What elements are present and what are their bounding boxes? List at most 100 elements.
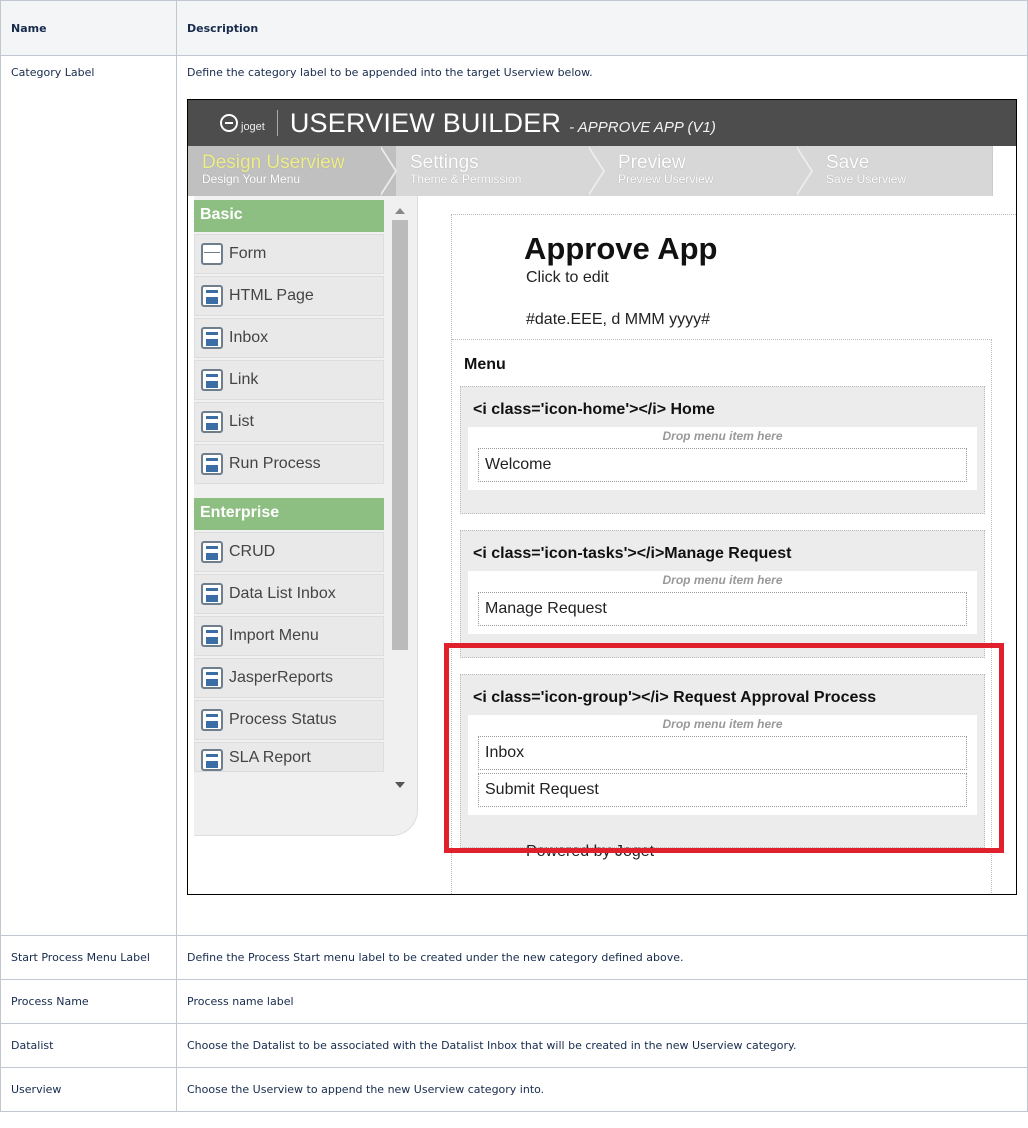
palette-item-label: Import Menu <box>229 627 319 644</box>
step-preview[interactable]: Preview Preview Userview <box>604 146 813 196</box>
step-arrow-fill <box>795 146 811 196</box>
menu-element-icon <box>201 709 223 731</box>
category-title[interactable]: <i class='icon-home'></i> Home <box>461 387 984 427</box>
parameters-table: Name Description Category Label Define t… <box>0 0 1028 1112</box>
step-design-userview[interactable]: Design Userview Design Your Menu <box>188 146 397 196</box>
header-divider <box>276 110 278 136</box>
category-menu-items: Drop menu item here Manage Request <box>468 571 977 634</box>
palette-item-import-menu[interactable]: Import Menu <box>194 616 384 656</box>
palette-section-enterprise: Enterprise <box>194 498 384 530</box>
menu-element-icon <box>201 667 223 689</box>
userview-app-name[interactable]: Approve App <box>524 231 717 267</box>
step-subtitle: Theme & Permission <box>410 172 522 186</box>
menu-element-icon <box>201 749 223 771</box>
builder-subtitle: - APPROVE APP (V1) <box>569 118 716 136</box>
palette-item-form[interactable]: Form <box>194 234 384 274</box>
palette-item-label: Data List Inbox <box>229 585 336 602</box>
row-description: Choose the Userview to append the new Us… <box>176 1067 1028 1112</box>
drop-hint: Drop menu item here <box>662 429 783 443</box>
palette-item-run-process[interactable]: Run Process <box>194 444 384 484</box>
step-settings[interactable]: Settings Theme & Permission <box>396 146 605 196</box>
palette-item-label: Run Process <box>229 455 321 472</box>
menu-element-icon <box>201 583 223 605</box>
builder-title: USERVIEW BUILDER <box>289 107 562 138</box>
table-row: Userview Choose the Userview to append t… <box>0 1067 1028 1112</box>
palette-item-process-status[interactable]: Process Status <box>194 700 384 740</box>
table-row: Datalist Choose the Datalist to be assoc… <box>0 1023 1028 1068</box>
logo-text: joget <box>241 121 265 133</box>
palette-item-html-page[interactable]: HTML Page <box>194 276 384 316</box>
table-header-row: Name Description <box>0 0 1028 56</box>
menu-element-icon <box>201 369 223 391</box>
menu-element-icon <box>201 285 223 307</box>
step-title: Preview <box>618 152 686 173</box>
palette-item-link[interactable]: Link <box>194 360 384 400</box>
joget-logo: joget <box>220 113 265 133</box>
step-title: Save <box>826 152 870 173</box>
palette-scrollbar[interactable] <box>391 204 409 788</box>
palette-item-data-list-inbox[interactable]: Data List Inbox <box>194 574 384 614</box>
row-description-text: Define the category label to be appended… <box>187 66 593 79</box>
element-palette: Basic Form HTML Page Inbox Link List Run… <box>194 196 418 836</box>
palette-item-label: Link <box>229 371 259 388</box>
palette-item-label: CRUD <box>229 543 276 560</box>
step-title: Design Userview <box>202 152 345 173</box>
palette-item-crud[interactable]: CRUD <box>194 532 384 572</box>
step-arrow-fill <box>379 146 395 196</box>
palette-item-jasperreports[interactable]: JasperReports <box>194 658 384 698</box>
category-title[interactable]: <i class='icon-tasks'></i>Manage Request <box>461 531 984 571</box>
row-name: Datalist <box>0 1023 177 1068</box>
palette-item-label: Form <box>229 245 267 262</box>
menu-element-icon <box>201 453 223 475</box>
palette-item-inbox[interactable]: Inbox <box>194 318 384 358</box>
step-title: Settings <box>410 152 479 173</box>
header-description: Description <box>176 0 1028 56</box>
step-save[interactable]: Save Save Userview <box>812 146 992 196</box>
palette-item-list[interactable]: List <box>194 402 384 442</box>
menu-item[interactable]: Manage Request <box>478 592 967 626</box>
steps-end <box>992 146 1016 196</box>
menu-element-icon <box>201 541 223 563</box>
row-description: Process name label <box>176 979 1028 1024</box>
palette-item-label: Inbox <box>229 329 269 346</box>
menu-item[interactable]: Welcome <box>478 448 967 482</box>
palette-item-label: List <box>229 413 254 430</box>
menu-element-icon <box>201 411 223 433</box>
scroll-down-icon[interactable] <box>395 782 405 788</box>
userview-date: #date.EEE, d MMM yyyy# <box>526 311 711 328</box>
step-arrow-fill <box>587 146 603 196</box>
row-name: Category Label <box>0 55 177 936</box>
scroll-up-icon[interactable] <box>395 208 405 214</box>
table-row: Process Name Process name label <box>0 979 1028 1024</box>
row-description: Define the Process Start menu label to b… <box>176 935 1028 980</box>
menu-category-home[interactable]: <i class='icon-home'></i> Home Drop menu… <box>460 386 985 514</box>
palette-item-sla-report[interactable]: SLA Report <box>194 742 384 772</box>
row-name: Process Name <box>0 979 177 1024</box>
menu-label: Menu <box>464 356 506 373</box>
row-name: Start Process Menu Label <box>0 935 177 980</box>
step-subtitle: Design Your Menu <box>202 172 301 186</box>
joget-logo-icon <box>220 114 238 132</box>
builder-header: joget USERVIEW BUILDER - APPROVE APP (V1… <box>188 100 1016 146</box>
userview-builder-screenshot: joget USERVIEW BUILDER - APPROVE APP (V1… <box>187 99 1017 895</box>
palette-item-label: JasperReports <box>229 669 334 686</box>
click-to-edit[interactable]: Click to edit <box>526 269 609 287</box>
category-menu-items: Drop menu item here Welcome <box>468 427 977 490</box>
table-row: Start Process Menu Label Define the Proc… <box>0 935 1028 980</box>
palette-item-label: Process Status <box>229 711 337 728</box>
palette-item-label: SLA Report <box>229 749 311 766</box>
menu-element-icon <box>201 327 223 349</box>
menu-element-icon <box>201 625 223 647</box>
palette-item-label: HTML Page <box>229 287 314 304</box>
scroll-thumb[interactable] <box>392 220 408 650</box>
form-icon <box>201 243 223 265</box>
row-description: Choose the Datalist to be associated wit… <box>176 1023 1028 1068</box>
palette-section-basic: Basic <box>194 200 384 232</box>
row-description: Define the category label to be appended… <box>176 55 1028 936</box>
step-subtitle: Save Userview <box>826 172 907 186</box>
highlight-box <box>444 643 1004 853</box>
row-name: Userview <box>0 1067 177 1112</box>
menu-category-manage-request[interactable]: <i class='icon-tasks'></i>Manage Request… <box>460 530 985 658</box>
builder-steps: Design Userview Design Your Menu Setting… <box>188 146 1016 196</box>
header-name: Name <box>0 0 177 56</box>
